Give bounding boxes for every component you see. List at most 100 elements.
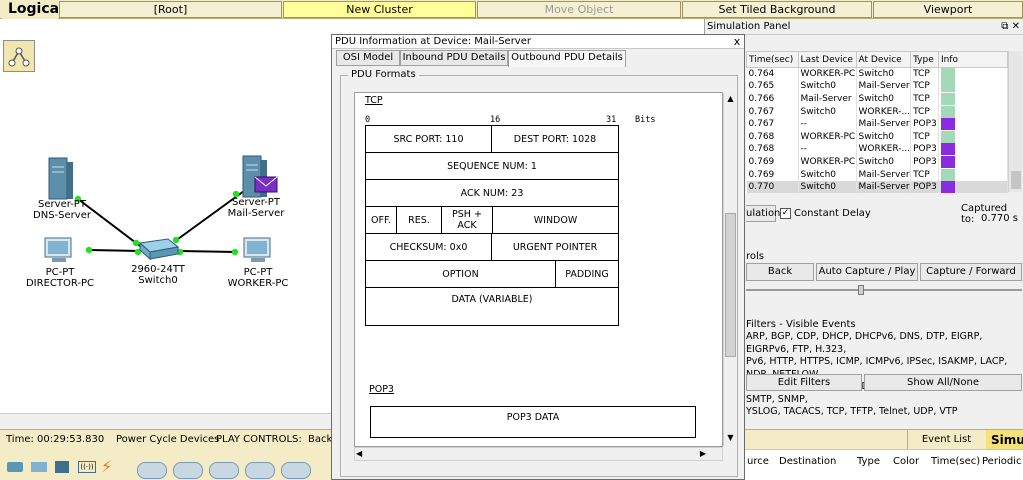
event-row[interactable]: 0.767 Switch0 WORKER-... TCP <box>746 105 1009 118</box>
event-time: 0.766 <box>746 92 799 106</box>
tcp-checksum: CHECKSUM: 0x0 <box>365 233 492 261</box>
col-periodic[interactable]: Periodic <box>982 456 1021 467</box>
pop3-heading: POP3 <box>369 384 394 395</box>
user-pdu-list: urce Destination Type Color Time(sec) Pe… <box>745 449 1023 480</box>
pdu-canvas-vertical-scrollbar[interactable]: ▲ ▼ <box>723 93 737 446</box>
event-last-device: -- <box>798 117 857 131</box>
workspace-title: Logical <box>2 0 64 19</box>
col-last-device[interactable]: Last Device <box>797 51 857 68</box>
root-button[interactable]: [Root] <box>59 1 282 18</box>
event-row[interactable]: 0.769 WORKER-PC Switch0 POP3 <box>746 155 1009 169</box>
event-info-color[interactable] <box>938 143 1009 156</box>
event-time: 0.770 <box>746 180 799 194</box>
event-info-color[interactable] <box>938 130 1009 144</box>
event-list-button[interactable]: Event List <box>907 430 985 450</box>
event-info-color[interactable] <box>938 67 1009 81</box>
col-time[interactable]: Time(sec) <box>931 456 980 467</box>
event-row[interactable]: 0.769 Switch0 Mail-Server TCP <box>746 168 1009 181</box>
play-controls-label: PLAY CONTROLS: <box>216 434 302 445</box>
event-info-color[interactable] <box>938 117 1009 131</box>
panel-window-controls-icon[interactable]: ⧉ ✕ <box>1001 19 1020 35</box>
simulation-mode-button[interactable]: ulation <box>746 205 780 222</box>
event-row[interactable]: 0.768 -- WORKER-... POP3 <box>746 143 1009 156</box>
routers-category-icon[interactable] <box>7 462 23 472</box>
col-info[interactable]: Info <box>937 51 1009 68</box>
event-type: TCP <box>910 130 939 144</box>
scroll-left-icon: ◀ <box>356 449 363 458</box>
simulation-mode-tab[interactable]: Simu <box>986 430 1023 450</box>
viewport-button[interactable]: Viewport <box>873 1 1023 18</box>
hubs-category-icon[interactable] <box>55 461 69 473</box>
router-model-icon[interactable] <box>245 462 275 479</box>
event-at-device: Switch0 <box>856 92 912 106</box>
col-time[interactable]: Time(sec) <box>746 51 799 68</box>
workspace-horizontal-scrollbar[interactable] <box>0 413 332 429</box>
tcp-sequence-num: SEQUENCE NUM: 1 <box>365 152 619 180</box>
event-info-color[interactable] <box>938 92 1009 106</box>
router-model-icon[interactable] <box>281 462 311 479</box>
event-time: 0.768 <box>746 143 799 156</box>
status-back-button[interactable]: Back <box>308 430 332 450</box>
director-pc-icon <box>44 237 72 262</box>
col-type[interactable]: Type <box>910 51 939 68</box>
event-type: POP3 <box>910 117 939 131</box>
event-row[interactable]: 0.765 Switch0 Mail-Server TCP <box>746 80 1009 93</box>
edit-filters-button[interactable]: Edit Filters <box>746 374 862 391</box>
tcp-padding: PADDING <box>555 260 619 288</box>
event-type: TCP <box>910 105 939 118</box>
power-cycle-devices-button[interactable]: Power Cycle Devices <box>116 430 219 450</box>
pdu-information-dialog: PDU Information at Device: Mail-Server x… <box>331 34 745 480</box>
speed-slider[interactable] <box>746 285 1022 295</box>
col-at-device[interactable]: At Device <box>855 51 912 68</box>
router-model-icon[interactable] <box>137 462 167 479</box>
event-info-color[interactable] <box>938 155 1009 169</box>
back-button[interactable]: Back <box>746 263 814 281</box>
dns-server-label: Server-PT DNS-Server <box>33 199 91 221</box>
switches-category-icon[interactable] <box>31 462 47 472</box>
event-time: 0.769 <box>746 155 799 169</box>
event-time: 0.767 <box>746 117 799 131</box>
event-row[interactable]: 0.766 Mail-Server Switch0 TCP <box>746 92 1009 106</box>
event-time: 0.767 <box>746 105 799 118</box>
tcp-flags: PSH + ACK <box>441 206 493 234</box>
wireless-category-icon[interactable]: ((·)) <box>78 461 96 473</box>
router-model-icon[interactable] <box>209 462 239 479</box>
new-cluster-button[interactable]: New Cluster <box>283 1 476 18</box>
event-info-color[interactable] <box>938 105 1009 118</box>
constant-delay-checkbox[interactable]: ✓ <box>780 208 791 219</box>
col-type[interactable]: Type <box>857 456 880 467</box>
tab-inbound-pdu-details[interactable]: Inbound PDU Details <box>400 50 508 66</box>
capture-forward-button[interactable]: Capture / Forward <box>920 263 1022 281</box>
event-row[interactable]: 0.764 WORKER-PC Switch0 TCP <box>746 67 1009 81</box>
scroll-up-icon: ▲ <box>727 94 734 103</box>
col-destination[interactable]: Destination <box>779 456 836 467</box>
event-time: 0.764 <box>746 67 799 81</box>
show-all-none-button[interactable]: Show All/None <box>864 374 1022 391</box>
event-row[interactable]: 0.770 Switch0 Mail-Server POP3 <box>746 180 1009 194</box>
tab-outbound-pdu-details[interactable]: Outbound PDU Details <box>508 50 626 67</box>
tcp-reserved: RES. <box>396 206 442 234</box>
mail-server-icon <box>242 155 278 198</box>
event-info-color[interactable] <box>938 180 1009 194</box>
event-last-device: WORKER-PC <box>798 155 857 169</box>
pdu-canvas-horizontal-scrollbar[interactable]: ◀ ▶ <box>354 447 723 461</box>
connections-category-icon[interactable]: ⚡ <box>101 457 112 476</box>
event-row[interactable]: 0.768 WORKER-PC Switch0 TCP <box>746 130 1009 144</box>
move-object-button[interactable]: Move Object <box>477 1 681 18</box>
event-row[interactable]: 0.767 -- Mail-Server POP3 <box>746 117 1009 131</box>
tab-osi-model[interactable]: OSI Model <box>336 50 400 66</box>
bit-16-label: 16 <box>490 115 501 125</box>
event-info-color[interactable] <box>938 168 1009 181</box>
tcp-data: DATA (VARIABLE) <box>365 287 619 326</box>
set-tiled-background-button[interactable]: Set Tiled Background <box>682 1 872 18</box>
auto-capture-play-button[interactable]: Auto Capture / Play <box>816 263 918 281</box>
col-color[interactable]: Color <box>893 456 919 467</box>
tcp-heading: TCP <box>365 95 383 106</box>
close-icon[interactable]: x <box>730 35 744 49</box>
col-source[interactable]: urce <box>747 456 769 467</box>
event-info-color[interactable] <box>938 80 1009 93</box>
event-at-device: Switch0 <box>856 130 912 144</box>
logical-workspace[interactable]: Server-PT DNS-Server Server-PT Mail-Server… <box>0 19 332 429</box>
router-model-icon[interactable] <box>173 462 203 479</box>
event-list-scrollbar[interactable] <box>1008 51 1022 192</box>
